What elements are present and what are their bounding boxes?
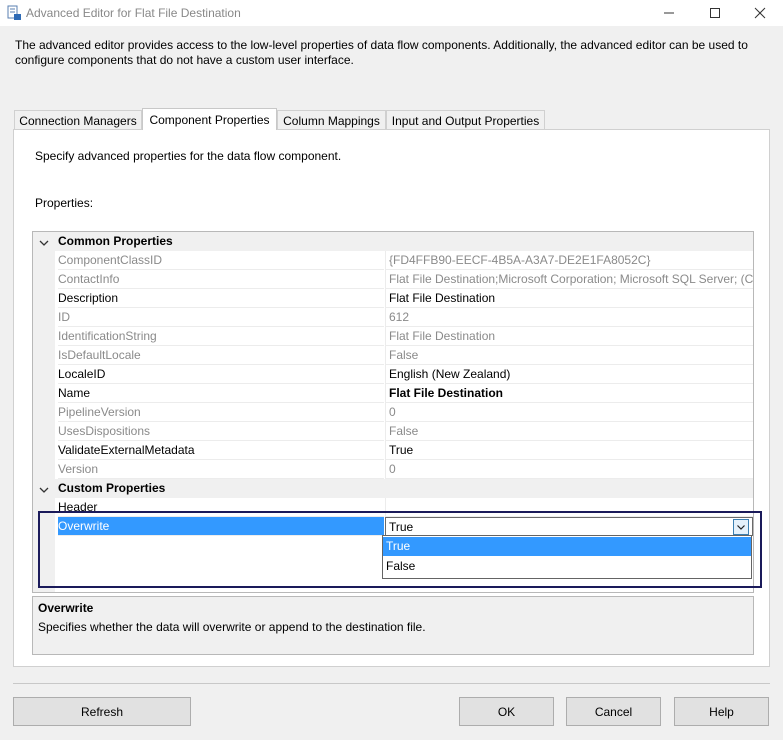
tab-input-output-properties[interactable]: Input and Output Properties bbox=[386, 110, 545, 130]
property-value: {FD4FFB90-EECF-4B5A-A3A7-DE2E1FA8052C} bbox=[385, 251, 753, 270]
property-name: ComponentClassID bbox=[58, 251, 384, 270]
property-value[interactable]: True bbox=[385, 441, 753, 460]
property-value: Flat File Destination bbox=[385, 327, 753, 346]
property-value: False bbox=[385, 422, 753, 441]
property-value: 0 bbox=[385, 460, 753, 479]
close-icon bbox=[754, 7, 766, 19]
property-value[interactable]: English (New Zealand) bbox=[385, 365, 753, 384]
property-name: Description bbox=[58, 289, 384, 308]
category-label: Custom Properties bbox=[58, 479, 753, 498]
property-row[interactable]: ID 612 bbox=[33, 308, 753, 327]
app-icon bbox=[6, 5, 22, 21]
footer-separator bbox=[13, 683, 770, 684]
property-value[interactable]: Flat File Destination bbox=[385, 289, 753, 308]
minimize-icon bbox=[664, 12, 674, 14]
close-button[interactable] bbox=[737, 0, 783, 26]
property-row-overwrite[interactable]: Overwrite True bbox=[33, 517, 753, 536]
property-name: Header bbox=[58, 498, 384, 517]
property-row[interactable]: LocaleID English (New Zealand) bbox=[33, 365, 753, 384]
refresh-button[interactable]: Refresh bbox=[13, 697, 191, 726]
property-row[interactable]: ComponentClassID {FD4FFB90-EECF-4B5A-A3A… bbox=[33, 251, 753, 270]
cancel-button[interactable]: Cancel bbox=[566, 697, 661, 726]
intro-text: The advanced editor provides access to t… bbox=[15, 38, 748, 67]
property-description-box: Overwrite Specifies whether the data wil… bbox=[32, 596, 754, 655]
property-row[interactable]: Version 0 bbox=[33, 460, 753, 479]
description-title: Overwrite bbox=[38, 601, 94, 615]
component-properties-panel: Specify advanced properties for the data… bbox=[13, 129, 770, 667]
property-name: IdentificationString bbox=[58, 327, 384, 346]
property-row[interactable]: IdentificationString Flat File Destinati… bbox=[33, 327, 753, 346]
property-name: PipelineVersion bbox=[58, 403, 384, 422]
property-row[interactable]: UsesDispositions False bbox=[33, 422, 753, 441]
property-name: IsDefaultLocale bbox=[58, 346, 384, 365]
ok-button[interactable]: OK bbox=[459, 697, 554, 726]
property-name: Version bbox=[58, 460, 384, 479]
collapse-icon[interactable] bbox=[39, 484, 49, 494]
maximize-icon bbox=[710, 8, 720, 18]
property-name: Overwrite bbox=[58, 517, 384, 536]
property-value: 612 bbox=[385, 308, 753, 327]
panel-description: Specify advanced properties for the data… bbox=[35, 149, 342, 163]
category-common-properties[interactable]: Common Properties bbox=[33, 232, 753, 251]
overwrite-value-select[interactable]: True bbox=[385, 517, 753, 536]
dropdown-option-false[interactable]: False bbox=[383, 557, 751, 576]
property-row[interactable]: PipelineVersion 0 bbox=[33, 403, 753, 422]
property-name: ID bbox=[58, 308, 384, 327]
dropdown-button[interactable] bbox=[733, 519, 749, 535]
property-row[interactable]: IsDefaultLocale False bbox=[33, 346, 753, 365]
property-row[interactable]: Header bbox=[33, 498, 753, 517]
title-bar: Advanced Editor for Flat File Destinatio… bbox=[0, 0, 783, 26]
overwrite-dropdown-list[interactable]: True False bbox=[382, 535, 752, 579]
property-value: False bbox=[385, 346, 753, 365]
collapse-icon[interactable] bbox=[39, 237, 49, 247]
property-name: ContactInfo bbox=[58, 270, 384, 289]
property-value: Flat File Destination;Microsoft Corporat… bbox=[385, 270, 753, 289]
minimize-button[interactable] bbox=[646, 0, 692, 26]
tab-component-properties[interactable]: Component Properties bbox=[142, 108, 277, 130]
property-name: ValidateExternalMetadata bbox=[58, 441, 384, 460]
property-row[interactable]: Description Flat File Destination bbox=[33, 289, 753, 308]
category-label: Common Properties bbox=[58, 232, 753, 251]
tab-connection-managers[interactable]: Connection Managers bbox=[14, 110, 142, 130]
property-name: Name bbox=[58, 384, 384, 403]
property-row[interactable]: Name Flat File Destination bbox=[33, 384, 753, 403]
property-row[interactable]: ValidateExternalMetadata True bbox=[33, 441, 753, 460]
property-row[interactable]: ContactInfo Flat File Destination;Micros… bbox=[33, 270, 753, 289]
properties-label: Properties: bbox=[35, 196, 94, 210]
category-custom-properties[interactable]: Custom Properties bbox=[33, 479, 753, 498]
help-button[interactable]: Help bbox=[674, 697, 769, 726]
selected-value: True bbox=[389, 520, 414, 534]
description-text: Specifies whether the data will overwrit… bbox=[38, 620, 426, 634]
dropdown-option-true[interactable]: True bbox=[383, 537, 751, 556]
property-name: LocaleID bbox=[58, 365, 384, 384]
maximize-button[interactable] bbox=[692, 0, 738, 26]
property-name: UsesDispositions bbox=[58, 422, 384, 441]
chevron-down-icon bbox=[737, 525, 745, 530]
window-title: Advanced Editor for Flat File Destinatio… bbox=[26, 6, 241, 20]
property-value[interactable]: Flat File Destination bbox=[385, 384, 753, 403]
property-value: 0 bbox=[385, 403, 753, 422]
property-value[interactable] bbox=[385, 498, 753, 517]
tab-column-mappings[interactable]: Column Mappings bbox=[277, 110, 386, 130]
